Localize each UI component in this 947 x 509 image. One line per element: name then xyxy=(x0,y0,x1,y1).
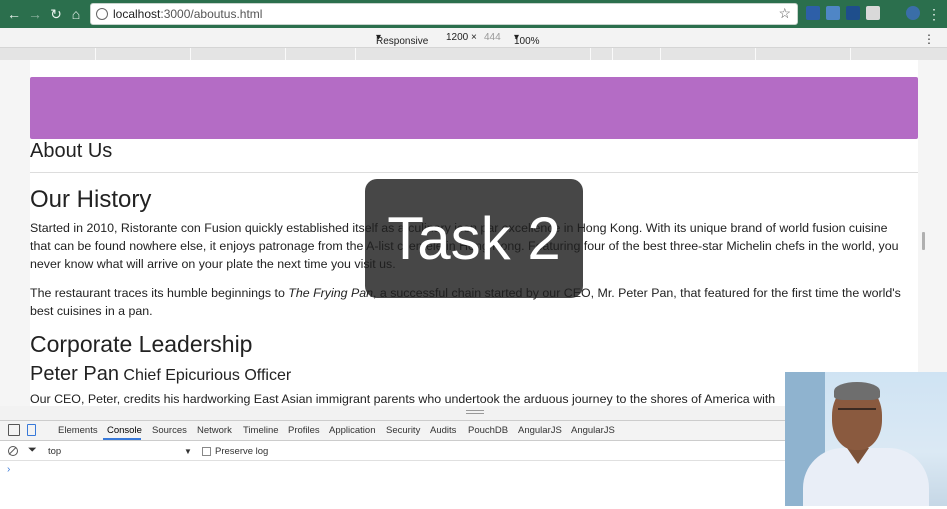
leader-role: Chief Epicurious Officer xyxy=(123,367,292,384)
media-query-ruler[interactable] xyxy=(0,48,947,60)
tab-network[interactable]: Network xyxy=(197,425,232,436)
clear-console-icon[interactable] xyxy=(8,446,18,456)
address-bar[interactable]: localhost:3000/aboutus.html ☆ xyxy=(90,3,798,25)
presenter-webcam xyxy=(785,372,947,506)
reload-icon[interactable]: ↻ xyxy=(48,6,64,22)
url-host: localhost xyxy=(113,7,161,21)
extension-icon-3[interactable] xyxy=(846,6,860,20)
extension-icon-1[interactable] xyxy=(806,6,820,20)
devtools-resize-handle[interactable] xyxy=(466,410,484,414)
corporate-leadership-heading: Corporate Leadership xyxy=(30,331,253,357)
inspect-element-icon[interactable] xyxy=(8,424,20,436)
context-dropdown-arrow-icon[interactable]: ▼ xyxy=(184,447,192,456)
screen: ← → ↻ ⌂ localhost:3000/aboutus.html ☆ ⋮ … xyxy=(0,0,947,509)
device-toolbar: Responsive ▾ 1200 × 444 100% ▾ ⋮ xyxy=(0,28,947,48)
viewport-height[interactable]: 444 xyxy=(484,32,501,43)
device-toggle-icon[interactable] xyxy=(27,424,36,436)
tab-angularjs-2[interactable]: AngularJS xyxy=(571,425,615,436)
filter-icon[interactable]: ⏷ xyxy=(28,444,37,457)
extension-icon-4[interactable] xyxy=(866,6,880,20)
page-scrollbar[interactable] xyxy=(922,232,925,250)
task-overlay: Task 2 xyxy=(365,179,583,298)
forward-arrow-icon[interactable]: → xyxy=(27,6,43,22)
bookmark-star-icon[interactable]: ☆ xyxy=(778,5,791,22)
home-icon[interactable]: ⌂ xyxy=(68,6,84,22)
tab-angularjs-1[interactable]: AngularJS xyxy=(518,425,562,436)
viewport-width[interactable]: 1200 xyxy=(446,32,468,43)
frying-pan-italic: The Frying Pan xyxy=(288,286,373,300)
our-history-heading: Our History xyxy=(30,186,152,213)
tab-application[interactable]: Application xyxy=(329,425,375,436)
context-select[interactable]: top xyxy=(48,446,61,457)
active-tab-indicator xyxy=(103,438,141,440)
leader-bio: Our CEO, Peter, credits his hardworking … xyxy=(30,392,776,406)
tab-security[interactable]: Security xyxy=(386,425,420,436)
menu-icon[interactable]: ⋮ xyxy=(926,6,942,22)
device-mode-select[interactable]: Responsive ▾ xyxy=(376,32,428,47)
extension-icon-5[interactable] xyxy=(906,6,920,20)
tab-audits[interactable]: Audits xyxy=(430,425,456,436)
url-path: :3000/aboutus.html xyxy=(160,7,263,21)
section-divider xyxy=(30,172,918,173)
about-us-heading: About Us xyxy=(30,140,113,162)
leader-name: Peter Pan xyxy=(30,363,119,385)
console-prompt[interactable]: › xyxy=(7,464,10,475)
history-p2-start: The restaurant traces its humble beginni… xyxy=(30,286,289,300)
leader-heading: Peter Pan Chief Epicurious Officer xyxy=(30,363,291,386)
jumbotron-header xyxy=(30,77,918,139)
info-icon[interactable] xyxy=(96,8,108,20)
browser-toolbar: ← → ↻ ⌂ localhost:3000/aboutus.html ☆ ⋮ xyxy=(0,0,947,28)
tab-timeline[interactable]: Timeline xyxy=(243,425,279,436)
tab-elements[interactable]: Elements xyxy=(58,425,98,436)
task-overlay-text: Task 2 xyxy=(387,205,561,272)
tab-pouchdb[interactable]: PouchDB xyxy=(468,425,508,436)
zoom-label: 100% xyxy=(514,36,540,47)
tab-profiles[interactable]: Profiles xyxy=(288,425,320,436)
preserve-log-label: Preserve log xyxy=(215,446,269,457)
tab-sources[interactable]: Sources xyxy=(152,425,187,436)
extension-icon-2[interactable] xyxy=(826,6,840,20)
device-mode-label: Responsive xyxy=(376,36,429,47)
preserve-log-checkbox[interactable] xyxy=(202,447,211,456)
back-arrow-icon[interactable]: ← xyxy=(6,6,22,22)
url-text: localhost:3000/aboutus.html xyxy=(113,7,262,21)
more-options-icon[interactable]: ⋮ xyxy=(923,32,935,46)
zoom-select[interactable]: 100% ▾ xyxy=(514,32,540,47)
tab-console[interactable]: Console xyxy=(107,425,142,436)
dimension-separator: × xyxy=(471,32,477,43)
